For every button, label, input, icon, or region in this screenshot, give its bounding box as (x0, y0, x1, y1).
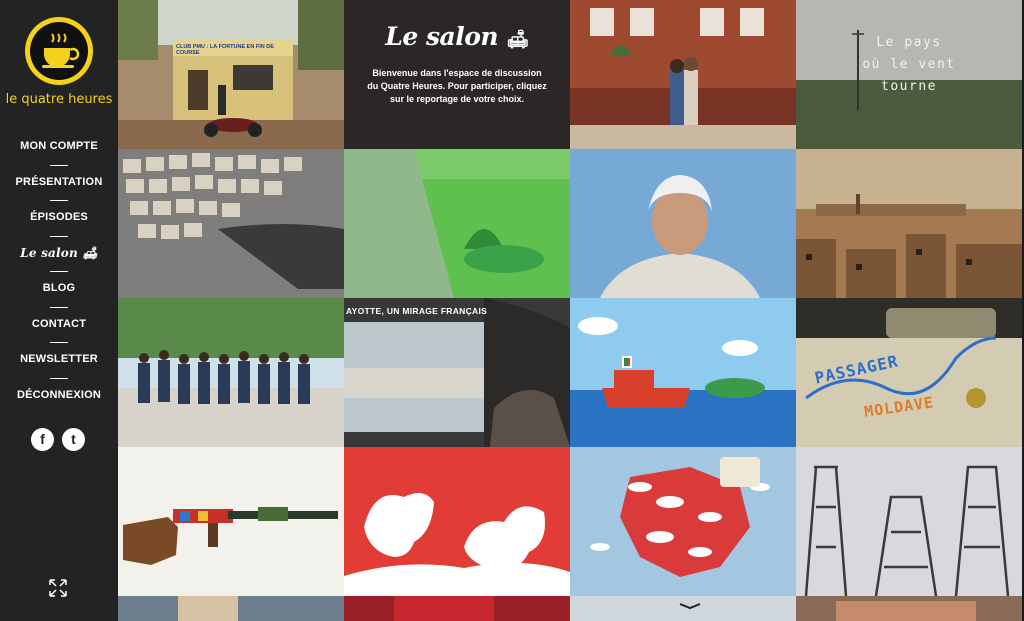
coffee-cup-logo[interactable] (24, 16, 94, 86)
sidebar: le quatre heures MON COMPTE PRÉSENTATION… (0, 0, 118, 621)
nav-presentation[interactable]: PRÉSENTATION (0, 166, 118, 202)
tile-club-pmu-sign: CLUB PMU : LA FORTUNE EN FIN DE COURSE (176, 44, 274, 56)
armchair-icon: 🛋 (82, 245, 98, 260)
fullscreen-icon[interactable] (48, 578, 68, 598)
tile-mayotte[interactable]: AYOTTE, UN MIRAGE FRANÇAIS (344, 298, 570, 447)
social-links: f t (31, 428, 85, 451)
tile-photos-ground[interactable] (118, 149, 344, 298)
nav-contact[interactable]: CONTACT (0, 308, 118, 344)
armchair-icon: 🛋 (506, 29, 529, 50)
tile-boat-illustration[interactable] (570, 298, 796, 447)
pays-line-2: où le vent (862, 57, 956, 72)
tile-desert-city[interactable] (796, 149, 1022, 298)
tile-old-man[interactable] (570, 149, 796, 298)
salon-title-label: Le salon (385, 22, 499, 51)
pays-line-3: tourne (881, 79, 937, 94)
pays-line-1: Le pays (876, 35, 942, 50)
nav-le-salon-label: Le salon (20, 245, 78, 260)
tile-green-room[interactable] (344, 149, 570, 298)
nav-blog[interactable]: BLOG (0, 272, 118, 308)
tile-france-map[interactable] (570, 447, 796, 596)
tile-row5-4[interactable] (796, 596, 1022, 621)
nav-deconnexion[interactable]: DÉCONNEXION (0, 379, 118, 415)
salon-intro-text: Bienvenue dans l'espace de discussion du… (367, 68, 547, 104)
nav-mon-compte[interactable]: MON COMPTE (0, 130, 118, 166)
twitter-icon[interactable]: t (62, 428, 85, 451)
tile-club-pmu[interactable]: CLUB PMU : LA FORTUNE EN FIN DE COURSE (118, 0, 344, 149)
tile-row5-3[interactable] (570, 596, 796, 621)
salon-title: Le salon 🛋 (344, 22, 570, 51)
tile-passager-moldave[interactable]: PASSAGER MOLDAVE (796, 298, 1022, 447)
tile-mine-towers[interactable] (796, 447, 1022, 596)
tile-pays-vent-title: Le pays où le vent tourne (796, 32, 1022, 98)
nav-le-salon[interactable]: Le salon 🛋 (0, 237, 118, 273)
tile-pays-vent[interactable]: Le pays où le vent tourne (796, 0, 1022, 149)
tile-mayotte-title: AYOTTE, UN MIRAGE FRANÇAIS (346, 306, 488, 316)
brand-name[interactable]: le quatre heures (0, 92, 118, 107)
tile-roosters[interactable] (344, 447, 570, 596)
facebook-icon[interactable]: f (31, 428, 54, 451)
tile-decorated-rifle[interactable] (118, 447, 344, 596)
tile-couple-wall[interactable] (570, 0, 796, 149)
salon-intro: Le salon 🛋 Bienvenue dans l'espace de di… (344, 0, 570, 149)
episode-grid: CLUB PMU : LA FORTUNE EN FIN DE COURSE L… (118, 0, 1024, 621)
nav-episodes[interactable]: ÉPISODES (0, 201, 118, 237)
tile-row5-2[interactable] (344, 596, 570, 621)
nav-newsletter[interactable]: NEWSLETTER (0, 343, 118, 379)
main-nav: MON COMPTE PRÉSENTATION ÉPISODES Le salo… (0, 130, 118, 414)
tile-students[interactable] (118, 298, 344, 447)
tile-row5-1[interactable] (118, 596, 344, 621)
